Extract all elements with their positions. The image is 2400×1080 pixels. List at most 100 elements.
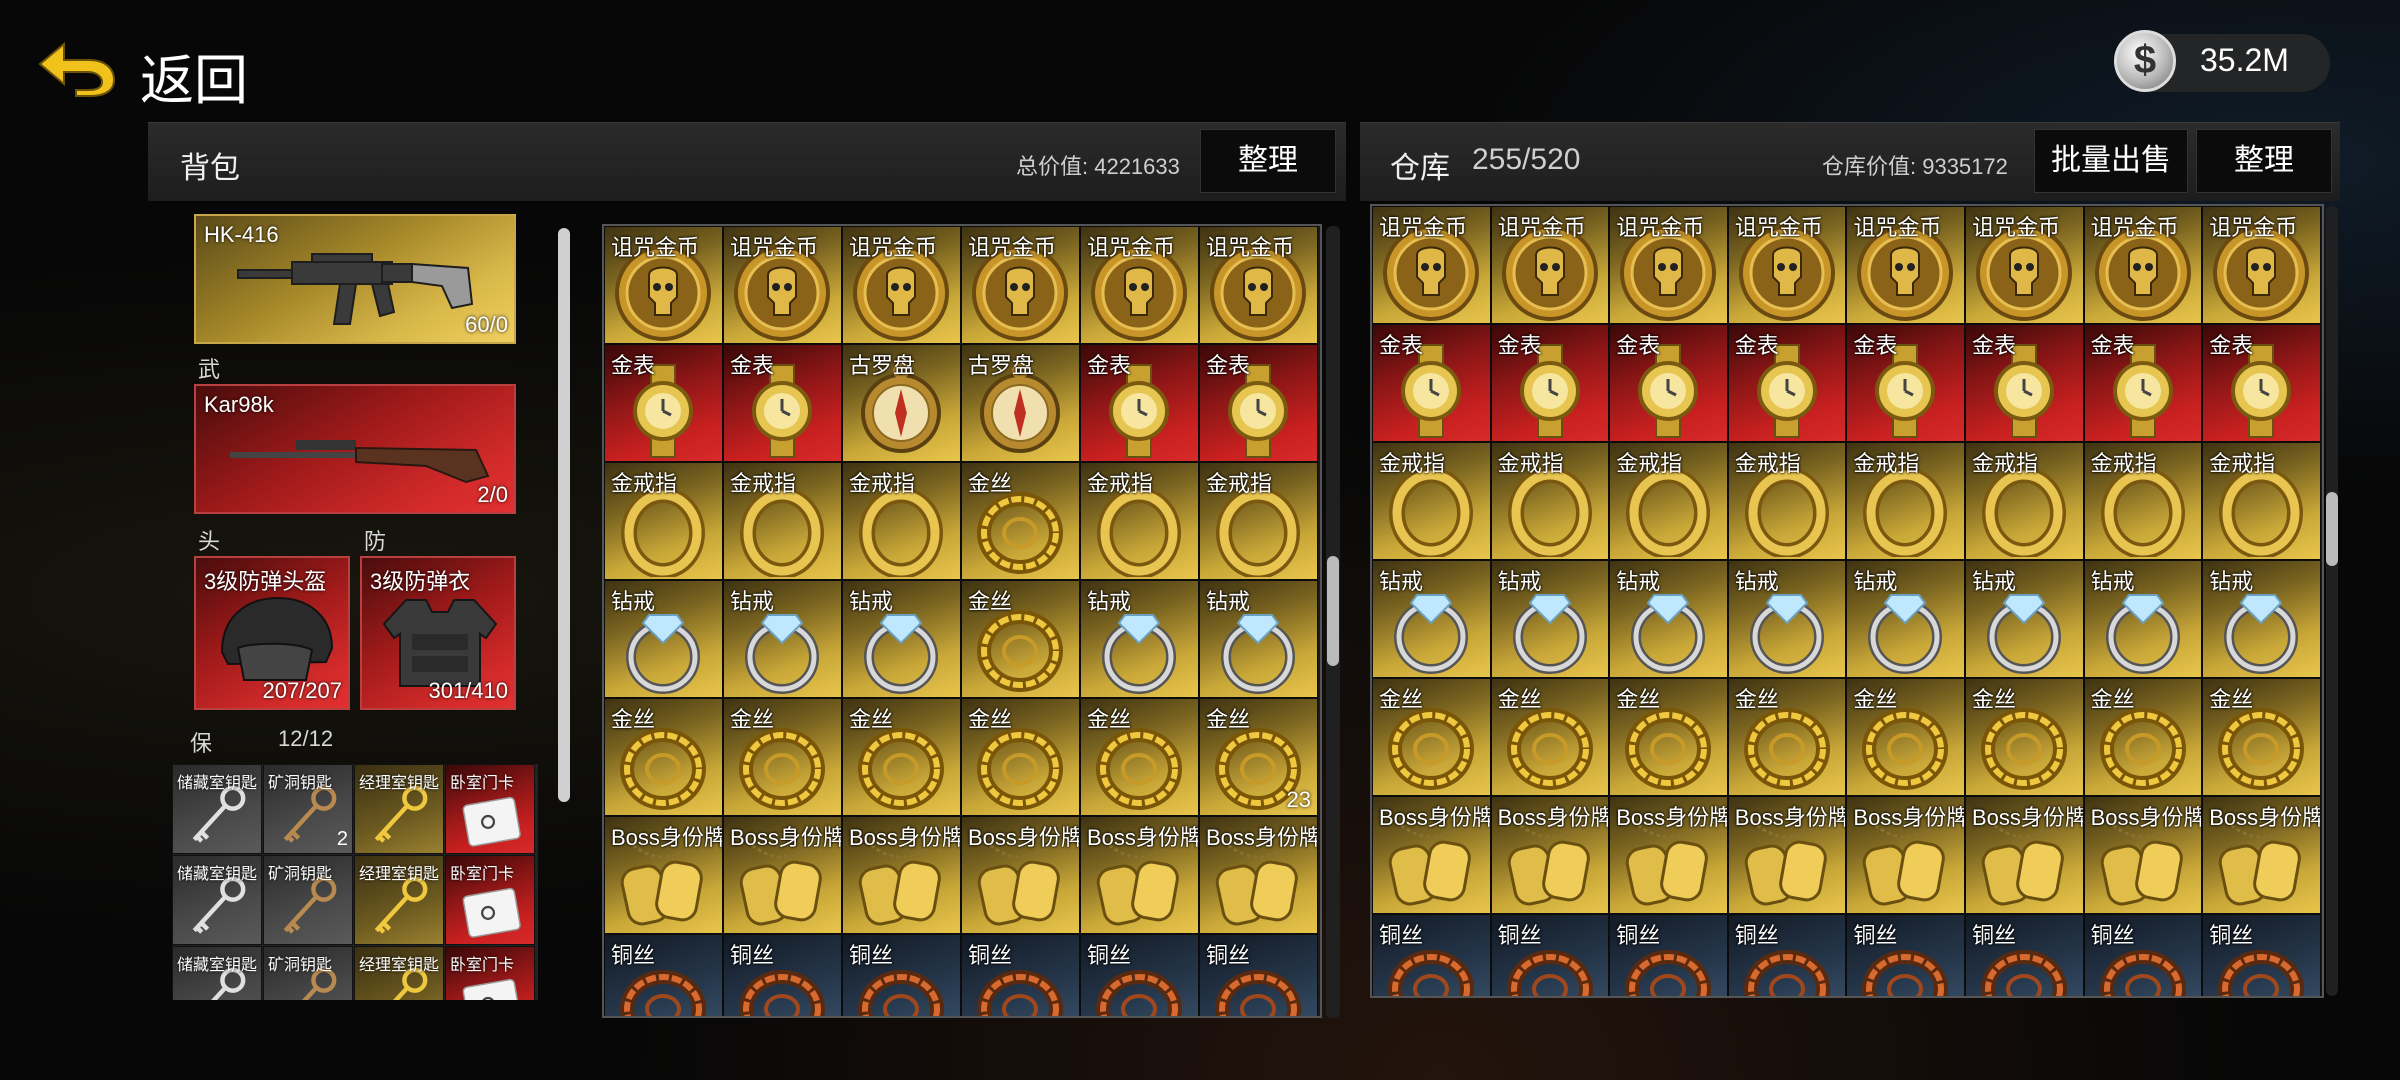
armor-card[interactable]: 3级防弹衣 301/410 [360, 556, 516, 710]
warehouse-item-cell[interactable]: 诅咒金币 [2083, 206, 2203, 324]
warehouse-item-cell[interactable]: Boss身份牌 [1727, 796, 1847, 914]
safe-box-item-cell[interactable]: 卧室门卡 [445, 764, 535, 854]
backpack-item-cell[interactable]: Boss身份牌 [1199, 816, 1318, 934]
backpack-item-cell[interactable]: 金戒指 [604, 462, 723, 580]
warehouse-item-cell[interactable]: 诅咒金币 [1372, 206, 1491, 324]
safe-box-item-cell[interactable]: 卧室门卡 [445, 855, 535, 945]
back-button[interactable] [36, 38, 120, 98]
backpack-item-cell[interactable]: 金表 [604, 344, 723, 462]
warehouse-item-cell[interactable]: 钻戒 [1490, 560, 1610, 678]
backpack-item-cell[interactable]: Boss身份牌 [961, 816, 1080, 934]
backpack-item-cell[interactable]: 金表 [1199, 344, 1318, 462]
warehouse-item-cell[interactable]: 铜丝 [2202, 914, 2321, 996]
warehouse-item-cell[interactable]: 铜丝 [1846, 914, 1965, 996]
warehouse-item-cell[interactable]: 钻戒 [2083, 560, 2203, 678]
backpack-item-cell[interactable]: 诅咒金币 [842, 226, 961, 344]
backpack-item-cell[interactable]: 金戒指 [723, 462, 842, 580]
backpack-item-cell[interactable]: 诅咒金币 [1199, 226, 1318, 344]
safe-box-item-cell[interactable]: 经理室钥匙 [354, 764, 444, 854]
warehouse-item-cell[interactable]: 钻戒 [1372, 560, 1491, 678]
backpack-item-cell[interactable]: 金戒指 [842, 462, 961, 580]
safe-box-item-cell[interactable]: 经理室钥匙 [354, 946, 444, 1000]
warehouse-item-cell[interactable]: 诅咒金币 [1609, 206, 1728, 324]
warehouse-item-cell[interactable]: 金表 [1846, 324, 1965, 442]
backpack-item-cell[interactable]: 金表 [1080, 344, 1199, 462]
backpack-item-cell[interactable]: 金丝 [604, 698, 723, 816]
warehouse-item-cell[interactable]: 钻戒 [1965, 560, 2084, 678]
warehouse-scroll-thumb[interactable] [2326, 492, 2338, 566]
warehouse-item-cell[interactable]: 铜丝 [1609, 914, 1728, 996]
weapon2-card[interactable]: Kar98k 2/0 [194, 384, 516, 514]
warehouse-item-cell[interactable]: 金表 [1965, 324, 2084, 442]
backpack-item-cell[interactable]: Boss身份牌 [842, 816, 961, 934]
backpack-item-cell[interactable]: 金丝 [961, 698, 1080, 816]
warehouse-item-cell[interactable]: 诅咒金币 [1490, 206, 1610, 324]
backpack-item-cell[interactable]: 金丝 [1080, 698, 1199, 816]
backpack-item-cell[interactable]: Boss身份牌 [604, 816, 723, 934]
backpack-item-cell[interactable]: 铜丝 [1080, 934, 1199, 1016]
warehouse-item-cell[interactable]: 金表 [2202, 324, 2321, 442]
warehouse-item-cell[interactable]: 金戒指 [1490, 442, 1610, 560]
warehouse-item-cell[interactable]: Boss身份牌 [2083, 796, 2203, 914]
warehouse-item-cell[interactable]: 铜丝 [1727, 914, 1847, 996]
backpack-item-cell[interactable]: 金丝 [961, 580, 1080, 698]
safe-box-item-cell[interactable]: 储藏室钥匙 [172, 855, 262, 945]
warehouse-item-cell[interactable]: Boss身份牌 [2202, 796, 2321, 914]
backpack-item-cell[interactable]: 金表 [723, 344, 842, 462]
warehouse-item-cell[interactable]: 金戒指 [1846, 442, 1965, 560]
warehouse-item-cell[interactable]: 金戒指 [1372, 442, 1491, 560]
warehouse-item-cell[interactable]: 诅咒金币 [2202, 206, 2321, 324]
backpack-item-cell[interactable]: 铜丝 [1199, 934, 1318, 1016]
backpack-item-cell[interactable]: 诅咒金币 [1080, 226, 1199, 344]
safe-box-item-cell[interactable]: 矿洞钥匙 [263, 946, 353, 1000]
bulk-sell-button[interactable]: 批量出售 [2034, 129, 2188, 193]
backpack-item-cell[interactable]: 诅咒金币 [723, 226, 842, 344]
backpack-item-cell[interactable]: 铜丝 [961, 934, 1080, 1016]
backpack-item-cell[interactable]: 金丝 23 [1199, 698, 1318, 816]
safe-box-item-cell[interactable]: 经理室钥匙 [354, 855, 444, 945]
warehouse-scrollbar[interactable] [2326, 206, 2338, 996]
warehouse-item-cell[interactable]: Boss身份牌 [1965, 796, 2084, 914]
warehouse-item-cell[interactable]: 铜丝 [1490, 914, 1610, 996]
equipment-scrollbar[interactable] [558, 228, 570, 802]
warehouse-item-cell[interactable]: 金戒指 [1727, 442, 1847, 560]
warehouse-item-cell[interactable]: 金丝 [1490, 678, 1610, 796]
back-label[interactable]: 返回 [140, 36, 248, 115]
backpack-item-cell[interactable]: 古罗盘 [842, 344, 961, 462]
helmet-card[interactable]: 3级防弹头盔 207/207 [194, 556, 350, 710]
backpack-item-cell[interactable]: Boss身份牌 [723, 816, 842, 934]
backpack-sort-button[interactable]: 整理 [1200, 129, 1336, 193]
backpack-item-cell[interactable]: 铜丝 [842, 934, 961, 1016]
backpack-item-cell[interactable]: 钻戒 [842, 580, 961, 698]
warehouse-item-cell[interactable]: 金丝 [1965, 678, 2084, 796]
warehouse-item-cell[interactable]: 钻戒 [1846, 560, 1965, 678]
warehouse-item-cell[interactable]: 金戒指 [1965, 442, 2084, 560]
warehouse-item-cell[interactable]: 金戒指 [2202, 442, 2321, 560]
warehouse-item-cell[interactable]: Boss身份牌 [1372, 796, 1491, 914]
warehouse-sort-button[interactable]: 整理 [2196, 129, 2332, 193]
warehouse-item-cell[interactable]: 铜丝 [1372, 914, 1491, 996]
warehouse-item-cell[interactable]: 钻戒 [1609, 560, 1728, 678]
safe-box-item-cell[interactable]: 储藏室钥匙 [172, 764, 262, 854]
warehouse-item-cell[interactable]: 金丝 [1846, 678, 1965, 796]
backpack-item-cell[interactable]: 钻戒 [723, 580, 842, 698]
warehouse-item-cell[interactable]: 金丝 [1372, 678, 1491, 796]
warehouse-item-cell[interactable]: 诅咒金币 [1727, 206, 1847, 324]
backpack-item-cell[interactable]: 古罗盘 [961, 344, 1080, 462]
warehouse-item-cell[interactable]: 钻戒 [1727, 560, 1847, 678]
backpack-item-cell[interactable]: 金丝 [961, 462, 1080, 580]
warehouse-item-cell[interactable]: 金表 [1490, 324, 1610, 442]
warehouse-item-cell[interactable]: 金表 [2083, 324, 2203, 442]
safe-box-item-cell[interactable]: 矿洞钥匙 2 [263, 764, 353, 854]
backpack-item-cell[interactable]: 金丝 [842, 698, 961, 816]
warehouse-item-cell[interactable]: 金丝 [1727, 678, 1847, 796]
warehouse-item-cell[interactable]: Boss身份牌 [1609, 796, 1728, 914]
backpack-item-cell[interactable]: 诅咒金币 [961, 226, 1080, 344]
backpack-scrollbar[interactable] [1326, 226, 1340, 1018]
backpack-scroll-thumb[interactable] [1327, 556, 1339, 666]
warehouse-item-cell[interactable]: 金戒指 [2083, 442, 2203, 560]
warehouse-item-cell[interactable]: 金表 [1609, 324, 1728, 442]
backpack-item-cell[interactable]: 金戒指 [1080, 462, 1199, 580]
weapon1-card[interactable]: HK-416 60/0 [194, 214, 516, 344]
warehouse-item-cell[interactable]: 诅咒金币 [1965, 206, 2084, 324]
